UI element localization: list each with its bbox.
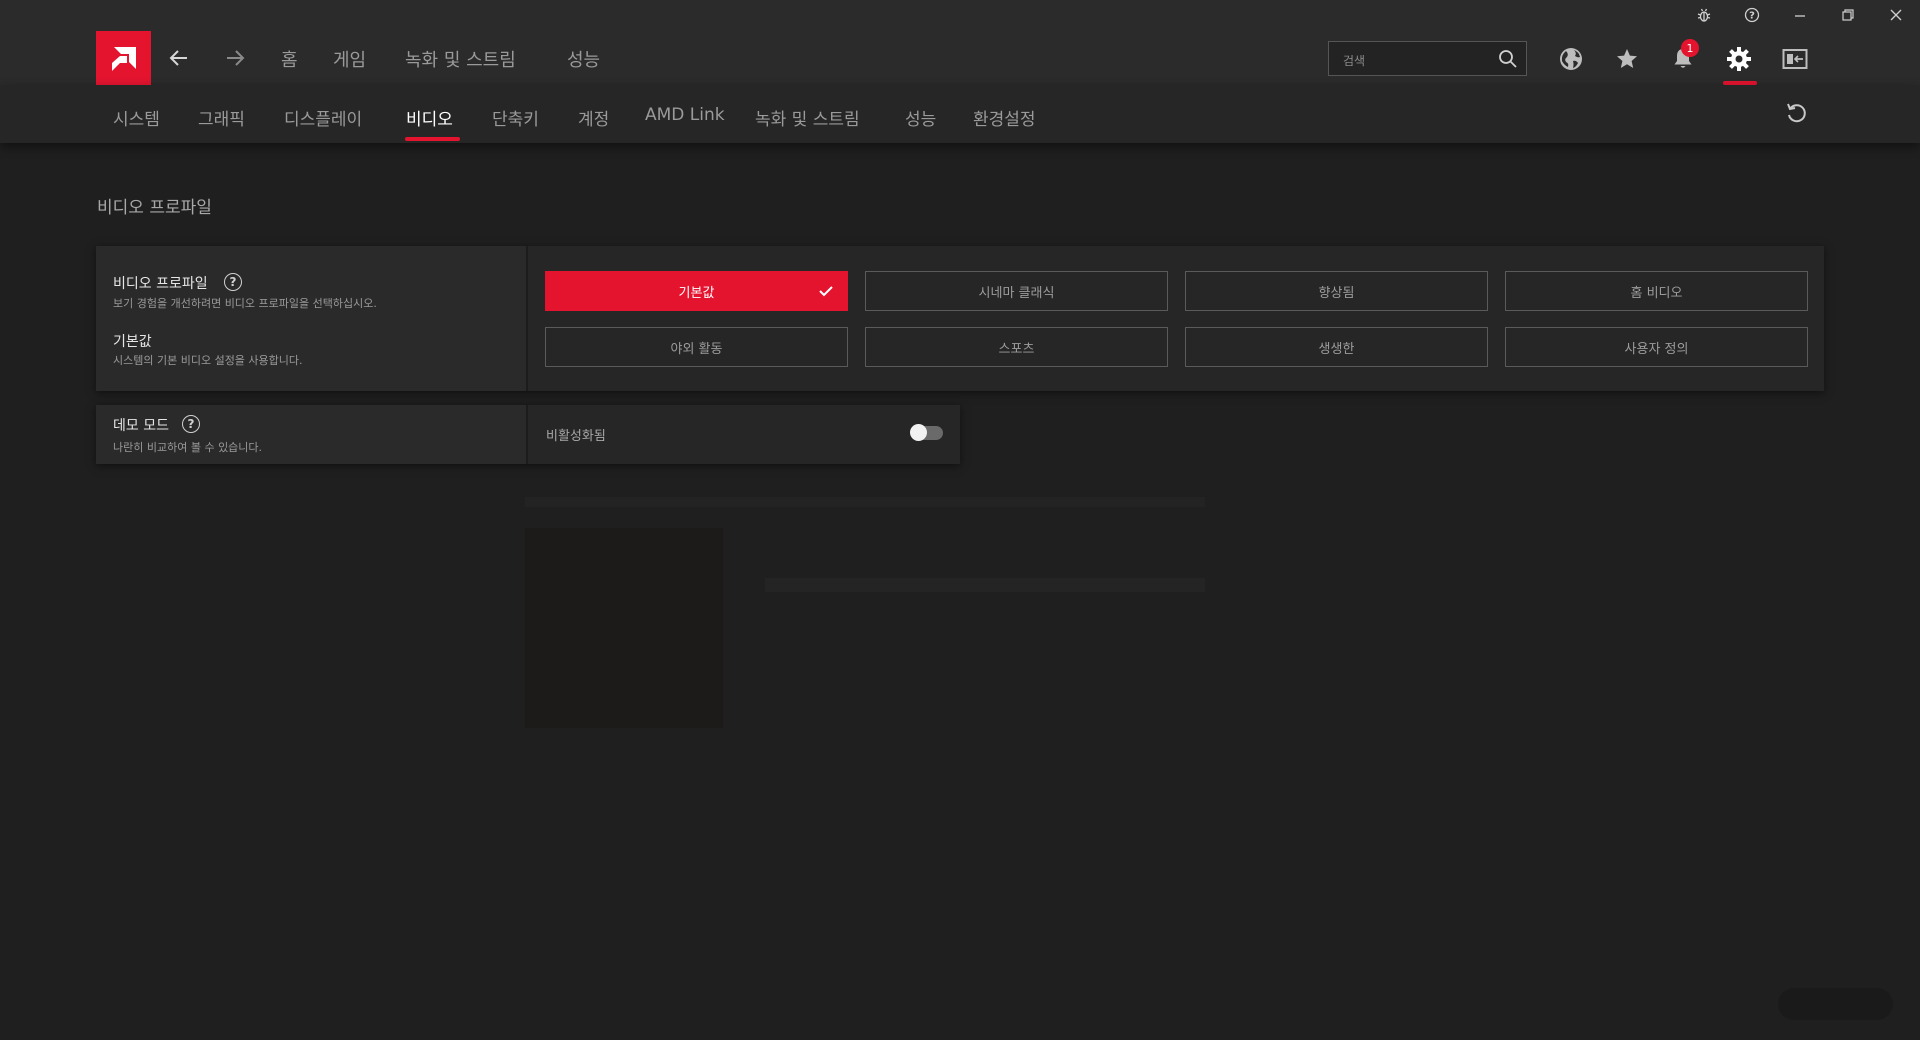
active-tab-indicator [405, 137, 460, 141]
profile-option-enhanced[interactable]: 향상됨 [1185, 271, 1488, 311]
profile-option-outdoor[interactable]: 야외 활동 [545, 327, 848, 367]
tab-graphics[interactable]: 그래픽 [198, 105, 245, 130]
video-profile-info: 비디오 프로파일 ? 보기 경험을 개선하려면 비디오 프로파일을 선택하십시오… [96, 246, 528, 391]
current-profile-title: 기본값 [113, 334, 152, 350]
gear-icon[interactable] [1723, 43, 1755, 75]
reset-icon[interactable] [1783, 100, 1809, 126]
search-placeholder: 검색 [1343, 54, 1366, 68]
demo-mode-status: 비활성화됨 [546, 429, 606, 444]
demo-mode-card: 데모 모드 ? 나란히 비교하여 볼 수 있습니다. 비활성화됨 [96, 405, 960, 464]
back-arrow-icon[interactable] [163, 42, 195, 74]
video-profile-description: 보기 경험을 개선하려면 비디오 프로파일을 선택하십시오. [113, 297, 377, 310]
notification-badge: 1 [1681, 39, 1699, 57]
toggle-knob [910, 424, 927, 441]
top-navigation: 홈 게임 녹화 및 스트림 성능 검색 1 [0, 30, 1920, 86]
video-profile-title: 비디오 프로파일 [113, 276, 208, 292]
tab-system[interactable]: 시스템 [113, 105, 160, 130]
video-profile-help-icon[interactable]: ? [224, 273, 242, 291]
profile-option-label: 야외 활동 [670, 341, 723, 357]
background-text-line [525, 497, 1205, 507]
profile-option-label: 스포츠 [998, 341, 1035, 357]
section-title: 비디오 프로파일 [97, 198, 212, 218]
profile-option-label: 기본값 [678, 285, 715, 301]
profile-option-label: 시네마 클래식 [978, 285, 1055, 301]
profile-option-label: 생생한 [1318, 341, 1355, 357]
title-bar: ? [0, 0, 1920, 30]
amd-logo[interactable] [96, 31, 151, 86]
profile-option-label: 사용자 정의 [1624, 341, 1689, 357]
profile-option-vivid[interactable]: 생생한 [1185, 327, 1488, 367]
tab-video[interactable]: 비디오 [406, 105, 453, 130]
nav-games[interactable]: 게임 [333, 46, 366, 72]
profile-option-cinema-classic[interactable]: 시네마 클래식 [865, 271, 1168, 311]
nav-home[interactable]: 홈 [281, 46, 298, 72]
tab-record-stream[interactable]: 녹화 및 스트림 [755, 105, 860, 130]
forward-arrow-icon[interactable] [219, 42, 251, 74]
tab-performance[interactable]: 성능 [905, 105, 936, 130]
bug-report-icon[interactable] [1680, 0, 1728, 30]
profile-option-sports[interactable]: 스포츠 [865, 327, 1168, 367]
background-button [1778, 988, 1893, 1020]
profile-option-default[interactable]: 기본값 [545, 271, 848, 311]
tab-hotkeys[interactable]: 단축키 [492, 105, 539, 130]
check-icon [819, 286, 833, 297]
demo-mode-help-icon[interactable]: ? [182, 415, 200, 433]
globe-icon[interactable] [1555, 43, 1587, 75]
sidebar-panel-icon[interactable] [1779, 43, 1811, 75]
minimize-icon[interactable] [1776, 0, 1824, 30]
nav-performance[interactable]: 성능 [567, 46, 600, 72]
close-icon[interactable] [1872, 0, 1920, 30]
restore-icon[interactable] [1824, 0, 1872, 30]
nav-record-stream[interactable]: 녹화 및 스트림 [405, 46, 516, 72]
settings-subnav: 시스템 그래픽 디스플레이 비디오 단축키 계정 AMD Link 녹화 및 스… [0, 85, 1920, 143]
demo-mode-toggle[interactable] [910, 424, 943, 441]
profile-option-label: 향상됨 [1318, 285, 1355, 301]
profile-option-label: 홈 비디오 [1630, 285, 1683, 301]
demo-mode-description: 나란히 비교하여 볼 수 있습니다. [113, 441, 263, 454]
demo-mode-title: 데모 모드 [113, 418, 169, 434]
current-profile-description: 시스템의 기본 비디오 설정을 사용합니다. [113, 354, 303, 367]
tab-account[interactable]: 계정 [578, 105, 609, 130]
search-input[interactable]: 검색 [1328, 41, 1527, 76]
svg-text:?: ? [1749, 11, 1755, 22]
video-profile-card: 비디오 프로파일 ? 보기 경험을 개선하려면 비디오 프로파일을 선택하십시오… [96, 246, 1824, 391]
tab-amd-link[interactable]: AMD Link [645, 105, 725, 125]
profile-option-custom[interactable]: 사용자 정의 [1505, 327, 1808, 367]
tab-display[interactable]: 디스플레이 [284, 105, 362, 130]
background-thumbnail [525, 528, 723, 728]
star-icon[interactable] [1611, 43, 1643, 75]
demo-mode-info: 데모 모드 ? 나란히 비교하여 볼 수 있습니다. [96, 405, 528, 464]
help-icon[interactable]: ? [1728, 0, 1776, 30]
profile-option-home-video[interactable]: 홈 비디오 [1505, 271, 1808, 311]
search-icon[interactable] [1498, 49, 1518, 69]
tab-preferences[interactable]: 환경설정 [973, 105, 1036, 130]
background-text-line [765, 578, 1205, 592]
